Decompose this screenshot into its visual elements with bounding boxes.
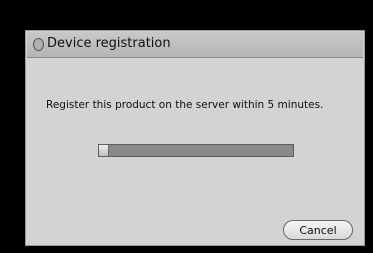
registration-message: Register this product on the server with…: [46, 99, 324, 111]
cancel-button[interactable]: Cancel: [283, 220, 353, 240]
registration-progress-bar: [98, 144, 294, 157]
dialog-title: Device registration: [47, 36, 171, 51]
registration-dialog: Device registration Register this produc…: [25, 30, 365, 246]
dialog-title-bar: Device registration: [27, 32, 363, 58]
registration-progress-fill: [99, 145, 109, 156]
screen: Device registration Register this produc…: [0, 0, 373, 253]
title-circle-icon: [33, 38, 44, 51]
